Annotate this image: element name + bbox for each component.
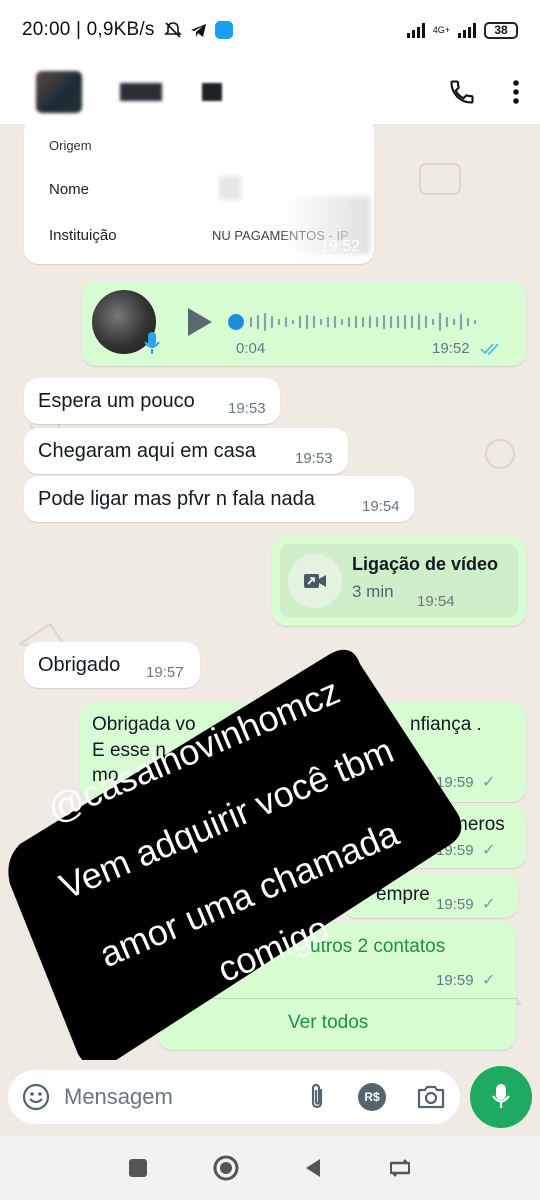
status-time: 20:00 | 0,9KB/s — [22, 19, 155, 40]
bell-muted-icon — [163, 22, 182, 38]
contact-status-redacted — [202, 83, 222, 101]
telegram-icon — [190, 24, 206, 37]
attach-icon[interactable] — [306, 1082, 328, 1112]
avatar[interactable] — [36, 71, 82, 113]
camera-icon[interactable] — [416, 1084, 446, 1110]
voice-record-button[interactable] — [470, 1066, 532, 1128]
message-input-box[interactable]: R$ — [8, 1070, 460, 1124]
message-input-bar: R$ — [0, 1060, 540, 1136]
sticker-background — [8, 649, 462, 1060]
promo-sticker: @casalnovinhomcz Vem adquirir você tbm a… — [0, 124, 540, 1060]
message-input[interactable] — [64, 1084, 274, 1110]
network-type: 4G+ — [432, 24, 450, 35]
rotate-icon[interactable] — [387, 1157, 413, 1179]
chat-area[interactable]: Origem Nome Instituição NU PAGAMENTOS - … — [0, 124, 540, 1060]
system-nav-bar — [0, 1136, 540, 1200]
emoji-icon[interactable] — [22, 1083, 50, 1111]
signal-icon — [406, 22, 425, 38]
contact-name-redacted[interactable] — [120, 83, 162, 101]
status-bar: 20:00 | 0,9KB/s 4G+ 38 — [0, 0, 540, 60]
home-icon[interactable] — [212, 1154, 240, 1182]
chat-header — [0, 60, 540, 124]
more-options-icon[interactable] — [512, 78, 520, 106]
app-icon — [214, 21, 233, 39]
battery-icon: 38 — [484, 21, 518, 39]
back-icon[interactable] — [302, 1157, 324, 1179]
payment-icon-label: R$ — [364, 1090, 380, 1104]
recent-apps-icon[interactable] — [127, 1157, 149, 1179]
microphone-icon — [492, 1084, 510, 1108]
payment-icon[interactable]: R$ — [358, 1083, 386, 1111]
signal-icon-2 — [458, 22, 476, 38]
phone-call-icon[interactable] — [448, 78, 476, 106]
